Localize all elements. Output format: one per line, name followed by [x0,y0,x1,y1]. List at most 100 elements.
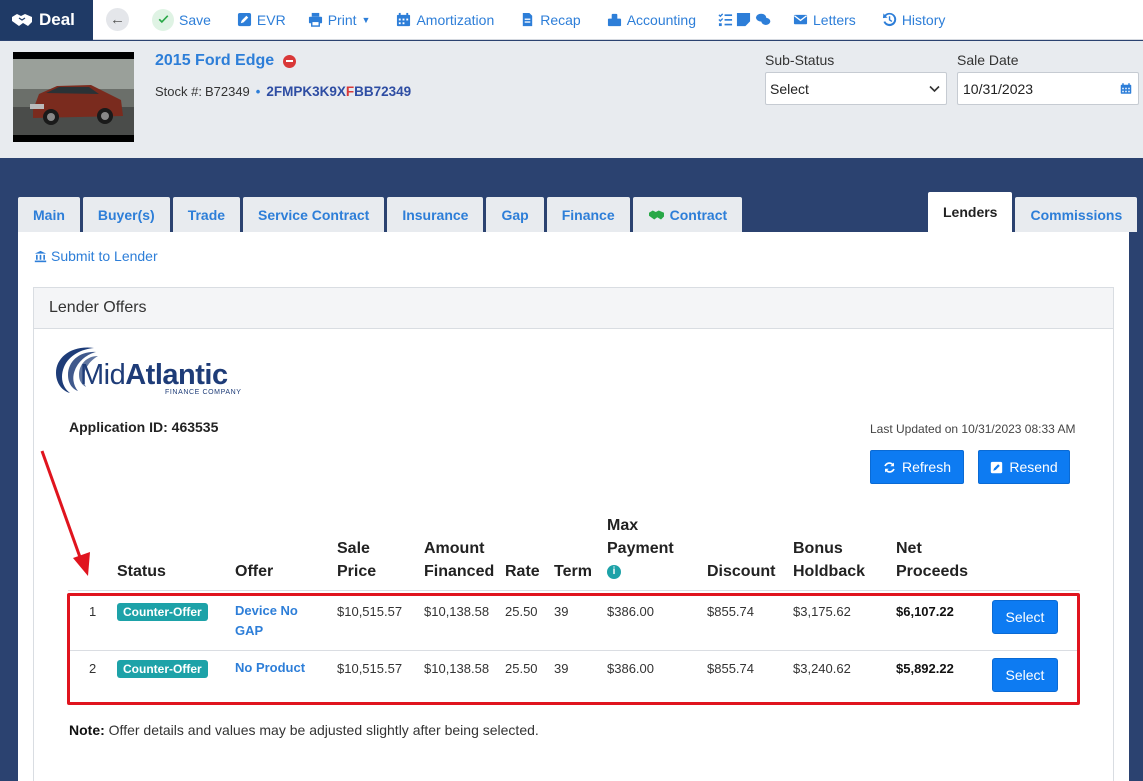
tab-bar-left: Main Buyer(s) Trade Service Contract Ins… [18,197,743,232]
print-icon [308,12,322,27]
offer-note: Note: Offer details and values may be ad… [69,722,539,738]
tab-bar-right: Lenders Commissions [928,192,1138,232]
amortization-button[interactable]: Amortization [396,12,494,28]
col-max-payment: Max Payment i [607,514,674,583]
sale-date-value: 10/31/2023 [963,80,1034,97]
stock-number: B72349 [204,84,250,99]
document-icon [523,12,533,27]
caret-down-icon: ▼ [361,14,371,25]
separator-dot: • [255,84,261,99]
col-sale-price: Sale Price [337,537,376,583]
note-label: Note: [69,722,105,738]
resend-button[interactable]: Resend [978,450,1070,484]
back-button[interactable]: ← [106,8,129,31]
edit-icon [991,461,1003,473]
application-id: Application ID: 463535 [69,419,219,435]
col-max-payment-line1: Max [607,517,639,534]
handshake-icon [648,210,664,219]
tab-service-contract[interactable]: Service Contract [243,197,385,232]
no-entry-icon [283,54,297,68]
vin-prefix: 2FMPK3K9X [266,84,346,99]
lender-offers-title: Lender Offers [34,288,1113,329]
deal-label: Deal [39,9,75,29]
envelope-icon [793,14,808,25]
tab-commissions[interactable]: Commissions [1015,197,1138,232]
vehicle-header: 2015 Ford Edge Stock #: B72349 • 2FMPK3K… [0,41,1143,158]
midatlantic-logo: MidAtlantic FINANCE COMPANY [50,343,250,401]
header-divider [68,590,1080,591]
history-label: History [901,11,946,28]
edit-icon [237,12,251,27]
car-image [13,59,134,135]
tab-contract[interactable]: Contract [632,197,743,232]
letters-label: Letters [813,11,856,28]
save-button[interactable]: Save [152,8,211,31]
tab-trade[interactable]: Trade [172,197,241,232]
chat-icon [755,13,771,25]
lender-offers-panel: Lender Offers MidAtlantic FINANCE COMPAN… [33,287,1114,781]
accounting-button[interactable]: Accounting [607,12,696,28]
note-text: Offer details and values may be adjusted… [104,722,539,738]
check-circle-icon [152,8,174,31]
vehicle-photo [13,52,134,142]
annotation-highlight-box [67,593,1080,705]
tab-lenders[interactable]: Lenders [928,192,1013,232]
deal-tag: Deal [0,0,93,40]
vin[interactable]: 2FMPK3K9XFBB72349 [266,84,411,99]
history-button[interactable]: History [882,11,946,28]
info-icon[interactable]: i [607,564,621,579]
top-toolbar: Deal ← Save EVR Print ▼ Amortization Rec… [0,0,1143,40]
sale-date-label: Sale Date [957,52,1019,68]
col-net-proceeds: Net Proceeds [896,537,968,583]
logo-word-atlantic: Atlantic [125,359,228,391]
refresh-label: Refresh [901,459,952,475]
substatus-label: Sub-Status [765,52,835,68]
col-sale-price-line1: Sale [337,540,370,557]
tab-contract-label: Contract [669,206,728,223]
col-net-proceeds-line2: Proceeds [896,563,969,580]
print-button[interactable]: Print ▼ [308,11,371,28]
substatus-select[interactable]: Select [765,72,947,105]
bank-icon [34,250,47,262]
resend-label: Resend [1009,459,1058,475]
col-amount-financed-line2: Financed [424,563,495,580]
vin-suffix: BB72349 [354,84,412,99]
arrow-left-icon: ← [110,11,125,28]
col-rate: Rate [505,563,540,580]
col-discount: Discount [707,563,776,580]
tab-finance[interactable]: Finance [546,197,630,232]
col-amount-financed: Amount Financed [424,537,494,583]
col-term: Term [554,563,592,580]
accounting-icon [607,13,621,27]
print-label: Print [327,11,357,28]
tab-buyers[interactable]: Buyer(s) [82,197,170,232]
vehicle-name: 2015 Ford Edge [155,52,275,69]
recap-label: Recap [540,11,581,28]
history-icon [882,12,897,27]
vehicle-title[interactable]: 2015 Ford Edge [155,52,297,70]
submit-to-lender-link[interactable]: Submit to Lender [34,248,158,264]
handshake-icon [12,13,32,26]
stock-line: Stock #: B72349 • 2FMPK3K9XFBB72349 [155,84,411,99]
accounting-label: Accounting [626,11,696,28]
tab-gap[interactable]: Gap [486,197,544,232]
tasks-notes-chat-buttons[interactable] [718,12,772,27]
chevron-down-icon [929,85,940,92]
annotation-arrow [40,450,90,576]
calendar-icon[interactable] [1120,82,1132,95]
col-status: Status [117,563,166,580]
sale-date-input[interactable]: 10/31/2023 [957,72,1139,105]
calendar-icon [397,12,411,27]
col-sale-price-line2: Price [337,563,377,580]
last-updated: Last Updated on 10/31/2023 08:33 AM [870,422,1076,436]
evr-label: EVR [256,11,286,28]
tab-main[interactable]: Main [18,197,80,232]
tab-insurance[interactable]: Insurance [387,197,484,232]
vin-highlight: F [345,84,355,99]
refresh-button[interactable]: Refresh [870,450,964,484]
letters-button[interactable]: Letters [793,12,856,28]
recap-button[interactable]: Recap [520,11,581,28]
evr-button[interactable]: EVR [237,12,286,28]
submit-to-lender-label: Submit to Lender [51,248,158,264]
substatus-value: Select [770,80,809,97]
